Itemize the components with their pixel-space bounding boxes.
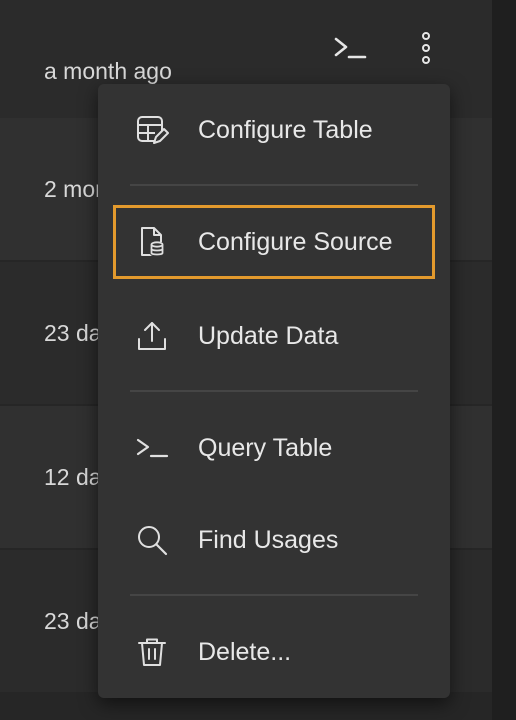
menu-item-label: Delete...	[198, 637, 292, 666]
menu-divider	[130, 594, 418, 596]
menu-item-label: Configure Source	[198, 227, 393, 256]
more-vertical-icon[interactable]	[406, 28, 446, 68]
menu-item-label: Configure Table	[198, 115, 373, 144]
terminal-icon[interactable]	[329, 28, 369, 68]
menu-item-label: Update Data	[198, 321, 339, 350]
menu-divider	[130, 390, 418, 392]
file-database-icon	[132, 222, 172, 262]
upload-icon	[132, 316, 172, 356]
menu-item-label: Query Table	[198, 433, 333, 462]
table-edit-icon	[132, 110, 172, 150]
menu-item-find-usages[interactable]: Find Usages	[114, 504, 434, 576]
scroll-gutter	[492, 0, 516, 720]
menu-item-configure-source[interactable]: Configure Source	[113, 205, 435, 279]
trash-icon	[132, 632, 172, 672]
context-menu: Configure Table Configure Source Update …	[98, 84, 450, 698]
menu-divider	[130, 184, 418, 186]
menu-item-update-data[interactable]: Update Data	[114, 300, 434, 372]
menu-item-delete[interactable]: Delete...	[114, 616, 434, 688]
search-icon	[132, 520, 172, 560]
menu-item-label: Find Usages	[198, 525, 339, 554]
menu-item-configure-table[interactable]: Configure Table	[114, 94, 434, 166]
terminal-icon	[132, 428, 172, 468]
menu-item-query-table[interactable]: Query Table	[114, 412, 434, 484]
